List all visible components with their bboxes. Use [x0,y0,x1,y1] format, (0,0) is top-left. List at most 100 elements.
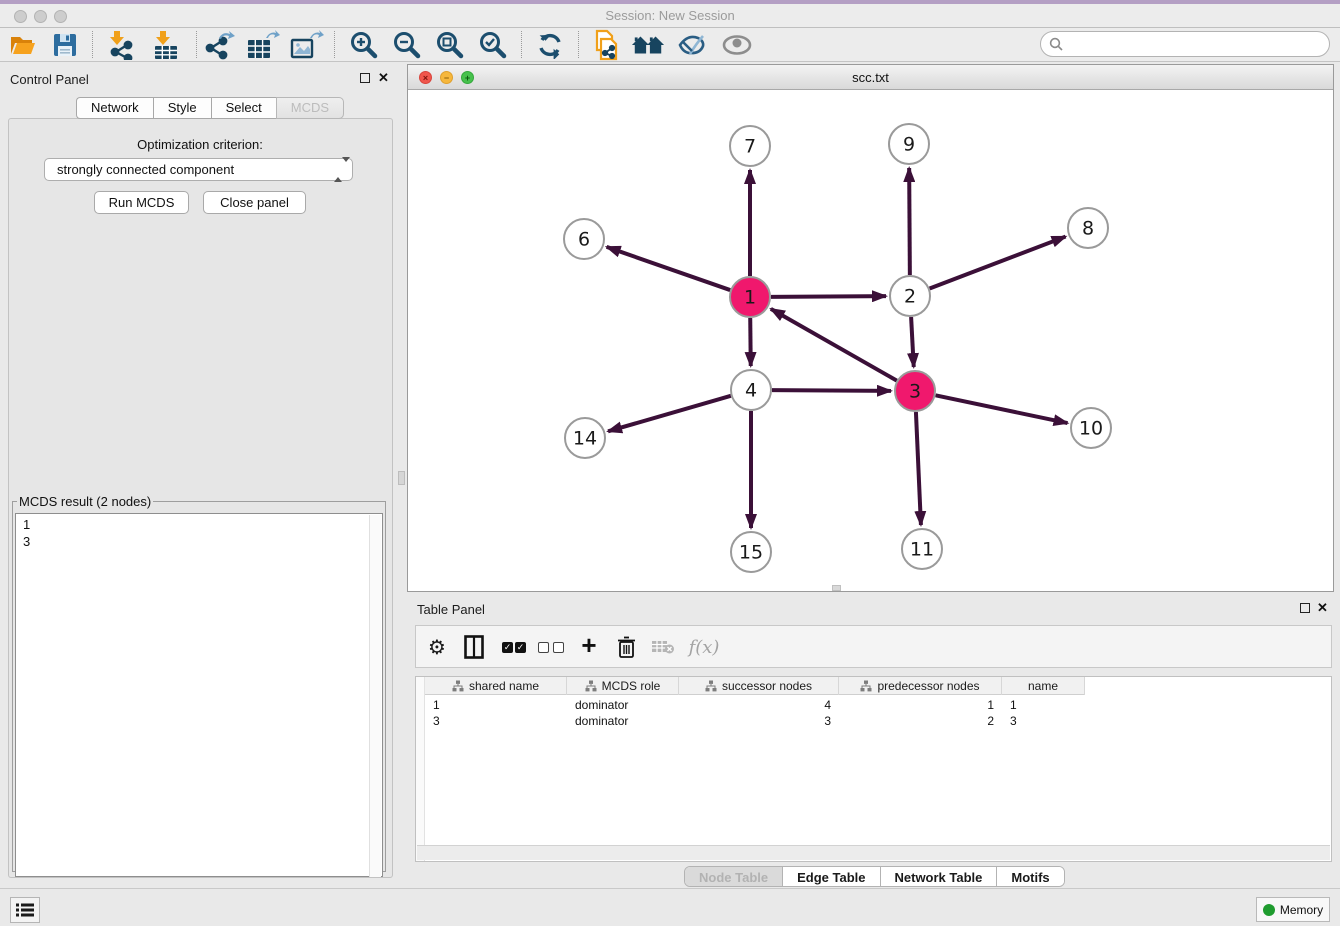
graph-node-14[interactable]: 14 [565,418,605,458]
column-header-successor-nodes[interactable]: successor nodes [679,677,839,695]
tab-node-table[interactable]: Node Table [685,867,783,886]
graph-node-3[interactable]: 3 [895,371,935,411]
home-layout-button[interactable] [631,30,665,60]
zoom-out-button[interactable] [389,30,423,60]
graph-node-2[interactable]: 2 [890,276,930,316]
network-window-titlebar[interactable]: × − + scc.txt [408,65,1333,90]
svg-text:4: 4 [745,380,757,402]
plus-icon: + [581,630,596,661]
svg-text:14: 14 [573,428,597,450]
graph-node-1[interactable]: 1 [730,277,770,317]
table-settings-button[interactable]: ⚙ [421,632,453,662]
table-horizontal-scrollbar[interactable] [417,845,1330,860]
tab-motifs[interactable]: Motifs [997,867,1063,886]
close-panel-icon[interactable]: ✕ [378,70,389,86]
network-canvas[interactable]: 7 9 6 8 1 2 4 3 14 10 15 11 [408,90,1333,591]
gear-icon: ⚙ [428,635,446,659]
zoom-fit-button[interactable] [432,30,466,60]
canvas-resize-handle[interactable] [832,585,841,591]
graph-edge-4-3[interactable] [772,390,891,391]
graph-edge-2-9[interactable] [909,168,910,275]
graph-edge-4-14[interactable] [608,396,731,432]
import-table-button[interactable] [149,30,183,60]
column-header-name[interactable]: name [1002,677,1085,695]
show-hide-graphics-button[interactable] [720,30,754,60]
tab-mcds[interactable]: MCDS [276,97,344,119]
criterion-value: strongly connected component [57,162,234,177]
column-header-predecessor-nodes[interactable]: predecessor nodes [839,677,1002,695]
graph-edge-3-11[interactable] [916,412,921,525]
save-session-button[interactable] [48,30,82,60]
column-layout-button[interactable] [458,632,490,662]
graph-node-11[interactable]: 11 [902,529,942,569]
toolbar-separator [521,31,522,58]
search-input[interactable] [1040,31,1330,57]
zoom-in-button[interactable] [346,30,380,60]
graph-node-15[interactable]: 15 [731,532,771,572]
apply-style-button[interactable] [675,30,709,60]
column-header-mcds-role[interactable]: MCDS role [567,677,679,695]
mcds-result-group: MCDS result (2 nodes) 1 3 [12,494,386,872]
graph-edge-1-6[interactable] [607,247,731,290]
graph-edge-1-4[interactable] [750,318,751,366]
graph-node-4[interactable]: 4 [731,370,771,410]
table-row[interactable]: 3 dominator 3 2 3 [425,713,1085,729]
clone-network-icon [590,29,620,61]
graph-node-9[interactable]: 9 [889,124,929,164]
criterion-dropdown[interactable]: strongly connected component [44,158,353,181]
graph-edge-2-3[interactable] [911,317,914,367]
zoom-selected-button[interactable] [475,30,509,60]
table-row-gutter [416,677,425,861]
tab-select[interactable]: Select [211,97,276,119]
table-panel-title: Table Panel [417,602,485,617]
task-history-button[interactable] [10,897,40,923]
refresh-view-button[interactable] [533,30,567,60]
graph-edge-1-2[interactable] [771,296,886,297]
graph-node-8[interactable]: 8 [1068,208,1108,248]
close-panel-button[interactable]: Close panel [203,191,306,214]
cell-name: 1 [1002,697,1085,713]
add-column-button[interactable]: + [573,632,605,662]
delete-column-button[interactable] [610,632,642,662]
graph-edge-3-10[interactable] [936,395,1068,423]
column-header-shared-name[interactable]: shared name [425,677,567,695]
import-network-button[interactable] [104,30,138,60]
export-table-button[interactable] [246,30,280,60]
graph-edge-3-1[interactable] [771,309,897,381]
float-panel-icon[interactable] [360,73,370,83]
deselect-all-button[interactable] [535,632,567,662]
delete-table-button[interactable] [647,632,679,662]
graph-node-7[interactable]: 7 [730,126,770,166]
cell-predecessor-nodes: 2 [839,713,1002,729]
tab-network[interactable]: Network [76,97,153,119]
graph-edge-2-8[interactable] [930,237,1066,289]
eye-icon [721,34,753,56]
svg-text:6: 6 [578,229,590,251]
memory-button[interactable]: Memory [1256,897,1330,922]
table-row[interactable]: 1 dominator 4 1 1 [425,697,1085,713]
run-mcds-button[interactable]: Run MCDS [94,191,189,214]
tab-style[interactable]: Style [153,97,211,119]
export-network-button[interactable] [202,30,236,60]
open-folder-icon [9,32,37,58]
open-session-button[interactable] [6,30,40,60]
graph-node-10[interactable]: 10 [1071,408,1111,448]
mcds-result-text[interactable]: 1 3 [15,513,383,877]
select-all-button[interactable]: ✓✓ [498,632,530,662]
zoom-selected-icon [477,30,507,60]
svg-text:7: 7 [744,136,756,158]
optimization-criterion-label: Optimization criterion: [0,137,400,152]
houses-icon [631,32,665,58]
function-icon: f(x) [689,637,720,658]
function-builder-button[interactable]: f(x) [682,632,726,662]
panel-divider-handle[interactable] [398,471,405,485]
clone-network-button[interactable] [588,30,622,60]
export-image-button[interactable] [290,30,324,60]
result-scrollbar[interactable] [369,515,381,877]
graph-node-6[interactable]: 6 [564,219,604,259]
memory-status-icon [1263,904,1275,916]
table-float-icon[interactable] [1300,603,1310,613]
tab-network-table[interactable]: Network Table [881,867,998,886]
tab-edge-table[interactable]: Edge Table [783,867,880,886]
table-close-icon[interactable]: ✕ [1317,600,1328,616]
